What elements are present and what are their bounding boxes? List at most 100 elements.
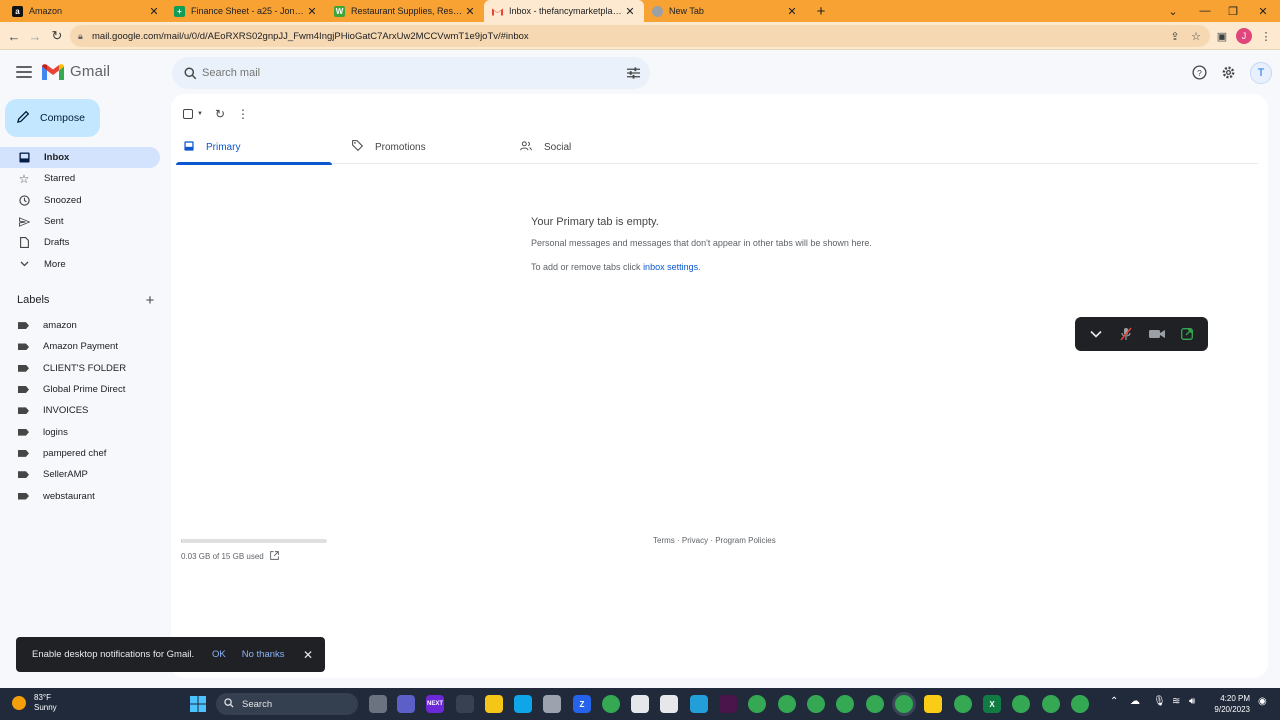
chrome-profile-icon[interactable] xyxy=(954,695,972,713)
calendar-app-icon[interactable] xyxy=(514,695,532,713)
footer-links[interactable]: Terms · Privacy · Program Policies xyxy=(653,536,776,545)
onedrive-cloud-icon[interactable]: ☁ xyxy=(1130,696,1140,707)
search-icon[interactable] xyxy=(172,66,202,80)
telegram-icon[interactable] xyxy=(690,695,708,713)
profile-avatar[interactable]: J xyxy=(1234,26,1254,46)
search-options-icon[interactable] xyxy=(616,67,650,79)
tab-promotions[interactable]: Promotions xyxy=(344,130,500,164)
chrome-profile-icon[interactable] xyxy=(807,695,825,713)
close-tab-icon[interactable]: ✕ xyxy=(306,5,318,18)
select-dropdown-caret-icon[interactable]: ▼ xyxy=(197,111,203,117)
browser-tab-new-tab[interactable]: New Tab ✕ xyxy=(644,0,806,22)
zoom-icon[interactable]: Z xyxy=(573,695,591,713)
search-input[interactable] xyxy=(202,67,616,79)
system-clock[interactable]: 4:20 PM 9/20/2023 xyxy=(1208,693,1250,715)
close-tab-icon[interactable]: ✕ xyxy=(786,5,798,18)
sticky-notes-icon[interactable] xyxy=(924,695,942,713)
browser-tab-gmail-inbox[interactable]: Inbox - thefancymarketplace@gm ✕ xyxy=(484,0,644,22)
compose-button[interactable]: Compose xyxy=(5,99,100,137)
next-app-icon[interactable]: NEXT xyxy=(426,695,444,713)
refresh-icon[interactable]: ↻ xyxy=(215,107,225,121)
more-options-icon[interactable]: ⋮ xyxy=(237,107,249,121)
file-explorer-icon[interactable] xyxy=(485,695,503,713)
select-all-checkbox[interactable] xyxy=(183,109,193,119)
slack-icon[interactable] xyxy=(719,695,737,713)
nav-item-sent[interactable]: Sent xyxy=(0,211,160,232)
back-button[interactable]: ← xyxy=(4,26,24,46)
inbox-settings-link[interactable]: inbox settings xyxy=(643,262,698,272)
task-view-icon[interactable] xyxy=(369,695,387,713)
nav-item-starred[interactable]: ☆ Starred xyxy=(0,168,160,189)
tray-chevron-up-icon[interactable]: ⌃ xyxy=(1110,696,1118,707)
restore-button[interactable]: ❐ xyxy=(1218,0,1248,22)
app-icon[interactable] xyxy=(660,695,678,713)
chrome-profile-icon[interactable] xyxy=(778,695,796,713)
close-tab-icon[interactable]: ✕ xyxy=(464,5,476,18)
label-item[interactable]: amazon xyxy=(0,315,168,336)
url-bar[interactable]: 🔒︎ mail.google.com/mail/u/0/d/AEoRXRS02g… xyxy=(70,25,1210,47)
mic-muted-icon[interactable] xyxy=(1115,323,1137,345)
browser-menu-icon[interactable]: ⋮ xyxy=(1256,26,1276,46)
new-tab-button[interactable]: + xyxy=(806,0,836,22)
microphone-icon[interactable]: 🎙︎ xyxy=(1153,696,1166,707)
volume-icon[interactable]: 🔊︎ xyxy=(1189,696,1195,707)
browser-tab-finance-sheet[interactable]: + Finance Sheet - a25 - Jonathan R ✕ xyxy=(166,0,326,22)
close-window-button[interactable]: ✕ xyxy=(1248,0,1278,22)
chrome-profile-icon[interactable] xyxy=(748,695,766,713)
label-item[interactable]: SellerAMP xyxy=(0,464,168,485)
minimize-button[interactable]: — xyxy=(1190,0,1220,22)
taskbar-search-box[interactable]: Search xyxy=(216,693,358,715)
app-icon[interactable] xyxy=(456,695,474,713)
snackbar-ok-button[interactable]: OK xyxy=(212,649,226,660)
chrome-profile-icon[interactable] xyxy=(1071,695,1089,713)
close-tab-icon[interactable]: ✕ xyxy=(148,5,160,18)
chrome-icon[interactable] xyxy=(602,695,620,713)
video-camera-icon[interactable] xyxy=(1146,323,1168,345)
label-item[interactable]: CLIENT'S FOLDER xyxy=(0,358,168,379)
browser-tab-restaurant-supplies[interactable]: W Restaurant Supplies, Restaurant E ✕ xyxy=(326,0,484,22)
nav-item-snoozed[interactable]: Snoozed xyxy=(0,190,160,211)
nav-item-drafts[interactable]: Drafts xyxy=(0,232,160,253)
search-bar[interactable] xyxy=(172,57,650,89)
wifi-icon[interactable]: ≋ xyxy=(1172,696,1180,707)
tab-primary[interactable]: Primary xyxy=(176,130,332,165)
forward-button[interactable]: → xyxy=(25,26,45,46)
windows-start-icon[interactable] xyxy=(189,695,207,713)
label-item[interactable]: Amazon Payment xyxy=(0,336,168,357)
close-tab-icon[interactable]: ✕ xyxy=(624,5,636,18)
reload-button[interactable]: ↻ xyxy=(47,26,67,46)
tab-search-chevron-icon[interactable]: ⌄ xyxy=(1158,0,1188,22)
label-item[interactable]: INVOICES xyxy=(0,400,168,421)
browser-tab-amazon[interactable]: a Amazon ✕ xyxy=(4,0,168,22)
settings-gear-icon[interactable] xyxy=(1218,62,1238,82)
collapse-chevron-icon[interactable] xyxy=(1085,323,1107,345)
chrome-profile-icon[interactable] xyxy=(836,695,854,713)
label-item[interactable]: pampered chef xyxy=(0,443,168,464)
snackbar-no-thanks-button[interactable]: No thanks xyxy=(242,649,285,660)
main-menu-icon[interactable] xyxy=(14,62,34,82)
chrome-profile-icon[interactable] xyxy=(1012,695,1030,713)
chrome-profile-icon[interactable] xyxy=(1042,695,1060,713)
app-icon[interactable] xyxy=(631,695,649,713)
label-item[interactable]: logins xyxy=(0,421,168,442)
close-icon[interactable]: ✕ xyxy=(303,648,313,662)
side-panel-icon[interactable]: ▣ xyxy=(1212,26,1232,46)
tab-social[interactable]: Social xyxy=(512,130,668,164)
chrome-profile-icon[interactable] xyxy=(866,695,884,713)
nav-item-more[interactable]: More xyxy=(0,253,160,274)
share-icon[interactable]: ⇪ xyxy=(1165,26,1185,46)
create-label-plus-icon[interactable]: + xyxy=(143,292,157,309)
chrome-profile-icon-active[interactable] xyxy=(895,695,913,713)
excel-icon[interactable]: X xyxy=(983,695,1001,713)
label-item[interactable]: webstaurant xyxy=(0,485,168,506)
open-in-window-icon[interactable] xyxy=(1176,323,1198,345)
calculator-icon[interactable] xyxy=(543,695,561,713)
account-avatar[interactable]: T xyxy=(1250,62,1272,84)
notification-center-icon[interactable]: ◉ xyxy=(1258,696,1267,707)
weather-widget[interactable]: 83°F Sunny xyxy=(12,693,57,713)
open-external-icon[interactable] xyxy=(269,551,279,562)
nav-item-inbox[interactable]: Inbox xyxy=(0,147,160,169)
teams-icon[interactable] xyxy=(397,695,415,713)
bookmark-star-icon[interactable]: ☆ xyxy=(1186,26,1206,46)
label-item[interactable]: Global Prime Direct xyxy=(0,379,168,400)
